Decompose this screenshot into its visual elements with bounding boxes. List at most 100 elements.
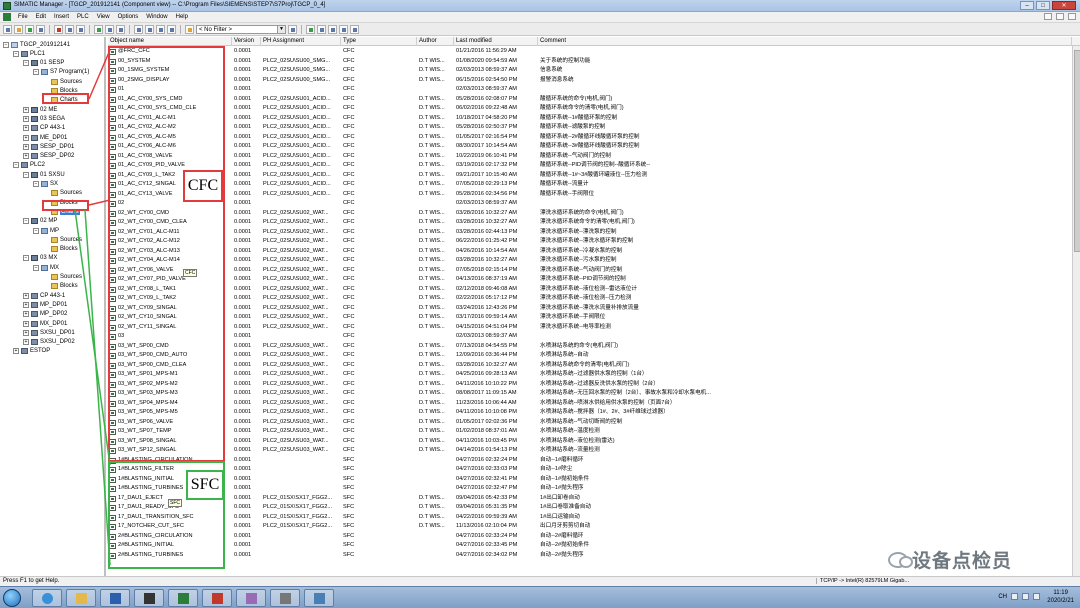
table-row[interactable]: 02_WT_CY11_SINGAL 0.0001 PLC2_02SU\SU02_WA…: [108, 323, 1080, 333]
table-row[interactable]: 03_WT_SP07_TEMP 0.0001 PLC2_02SU\SU03_WAT.…: [108, 427, 1080, 437]
table-row[interactable]: 03_WT_SP03_MPS-M3 0.0001 PLC2_02SU\SU03_WA…: [108, 389, 1080, 399]
expand-toggle-icon[interactable]: +: [23, 125, 29, 132]
start-button[interactable]: [3, 589, 21, 607]
table-row[interactable]: 02_WT_CY01_ALC-M11 0.0001 PLC2_02SU\SU02_W…: [108, 228, 1080, 238]
taskbar-tool-button[interactable]: [236, 589, 266, 607]
expand-toggle-icon[interactable]: +: [23, 311, 29, 318]
table-row[interactable]: 02_WT_CY06_VALVE 0.0001 PLC2_02SU\SU02_WAT…: [108, 266, 1080, 276]
tree-node[interactable]: + ME_DP01: [23, 133, 67, 142]
tree-node[interactable]: − S7 Program(1): [33, 68, 89, 77]
expand-toggle-icon[interactable]: +: [23, 115, 29, 122]
cut-icon[interactable]: [54, 24, 63, 34]
expand-toggle-icon[interactable]: −: [23, 171, 29, 178]
column-header-object-name[interactable]: Object name: [108, 37, 232, 46]
expand-toggle-icon[interactable]: +: [23, 106, 29, 113]
tree-node[interactable]: − 02 MP: [23, 217, 57, 226]
tree-node[interactable]: + MP_DP01: [23, 300, 67, 309]
table-row[interactable]: 17_DAU1_READY_SFC 0.0001 PLC2_01SX\SX17_FG…: [108, 503, 1080, 513]
menu-item-file[interactable]: File: [14, 14, 32, 20]
tree-node[interactable]: − PLC2: [13, 161, 45, 170]
tree-node[interactable]: + ESTOP: [13, 347, 50, 356]
tree-node[interactable]: + SXSU_DP01: [23, 328, 75, 337]
expand-toggle-icon[interactable]: −: [23, 255, 29, 262]
tree-node[interactable]: Sources: [43, 189, 82, 198]
details-icon[interactable]: [167, 24, 176, 34]
hw-config-icon[interactable]: [328, 24, 337, 34]
tree-node[interactable]: Sources: [43, 235, 82, 244]
open-icon[interactable]: [14, 24, 23, 34]
table-row[interactable]: 03_WT_SP06_VALVE 0.0001 PLC2_02SU\SU03_WAT…: [108, 418, 1080, 428]
table-row[interactable]: 17_DAU1_EJECT 0.0001 PLC2_01SX\SX17_FGG2..…: [108, 494, 1080, 504]
column-header-type[interactable]: Type: [341, 37, 417, 46]
expand-toggle-icon[interactable]: −: [13, 162, 19, 169]
tree-node[interactable]: − PLC1: [13, 49, 45, 58]
tree-node[interactable]: Sources: [43, 77, 82, 86]
table-row[interactable]: 03_WT_SP00_CMD_CLEA 0.0001 PLC2_02SU\SU03_…: [108, 361, 1080, 371]
minimize-button[interactable]: –: [1020, 1, 1034, 10]
tree-node[interactable]: + SESP_DP01: [23, 142, 74, 151]
table-row[interactable]: 1#BLASTING_INITIAL 0.0001 SFC 04/27/2016 02…: [108, 475, 1080, 485]
menu-item-window[interactable]: Window: [142, 14, 171, 20]
expand-toggle-icon[interactable]: +: [23, 301, 29, 308]
doc-restore-button[interactable]: [1056, 13, 1064, 20]
table-row[interactable]: 02_WT_CY09_SINGAL 0.0001 PLC2_02SU\SU02_WA…: [108, 304, 1080, 314]
language-indicator[interactable]: CH: [998, 594, 1007, 600]
simulation-icon[interactable]: [306, 24, 315, 34]
expand-toggle-icon[interactable]: +: [23, 292, 29, 299]
maximize-button[interactable]: □: [1036, 1, 1050, 10]
expand-toggle-icon[interactable]: −: [33, 264, 39, 271]
copy-icon[interactable]: [65, 24, 74, 34]
download-icon[interactable]: [94, 24, 103, 34]
expand-toggle-icon[interactable]: +: [13, 348, 19, 355]
doc-close-button[interactable]: [1068, 13, 1076, 20]
menu-item-view[interactable]: View: [93, 14, 114, 20]
up-one-level-icon[interactable]: [185, 24, 194, 34]
simatic-app-icon[interactable]: [3, 2, 11, 10]
tree-node[interactable]: − MX: [33, 263, 59, 272]
table-row[interactable]: 03 0.0001 CFC 02/03/2013 08:59:37 AM: [108, 332, 1080, 342]
table-row[interactable]: 01_AC_CY00_SYS_CMD 0.0001 PLC2_02SU\SU01_A…: [108, 95, 1080, 105]
table-row[interactable]: 1#BLASTING_FILTER 0.0001 SFC 04/27/2016 02:…: [108, 465, 1080, 475]
table-row[interactable]: 02 0.0001 CFC 02/03/2013 08:59:37 AM: [108, 199, 1080, 209]
taskbar-simatic-button[interactable]: [168, 589, 198, 607]
table-row[interactable]: 01_AC_CY06_ALC-M6 0.0001 PLC2_02SU\SU01_AC…: [108, 142, 1080, 152]
expand-toggle-icon[interactable]: −: [33, 181, 39, 187]
column-header-version[interactable]: Version: [232, 37, 261, 46]
expand-toggle-icon[interactable]: +: [23, 143, 29, 150]
chevron-down-icon[interactable]: ▼: [277, 25, 285, 33]
taskbar-step7-button[interactable]: [270, 589, 300, 607]
taskbar-app-button[interactable]: [134, 589, 164, 607]
expand-toggle-icon[interactable]: −: [13, 50, 19, 57]
table-row[interactable]: @FRC_CFC 0.0001 CFC 01/21/2016 11:56:29 AM: [108, 47, 1080, 57]
table-row[interactable]: 02_WT_CY09_L_TAK2 0.0001 PLC2_02SU\SU02_WA…: [108, 294, 1080, 304]
column-header-last-modified[interactable]: Last modified: [454, 37, 538, 46]
table-row[interactable]: 17_DAU1_TRANSITION_SFC 0.0001 PLC2_01SX\SX…: [108, 513, 1080, 523]
tree-node[interactable]: Blocks: [43, 245, 78, 254]
table-row[interactable]: 02_WT_CY00_CMD 0.0001 PLC2_02SU\SU02_WAT..…: [108, 209, 1080, 219]
menu-item-insert[interactable]: Insert: [50, 14, 73, 20]
expand-toggle-icon[interactable]: −: [23, 218, 29, 225]
network-tray-icon[interactable]: [1022, 593, 1029, 600]
table-row[interactable]: 02_WT_CY03_ALC-M13 0.0001 PLC2_02SU\SU02_W…: [108, 247, 1080, 257]
table-row[interactable]: 03_WT_SP12_SINGAL 0.0001 PLC2_02SU\SU03_WA…: [108, 446, 1080, 456]
table-row[interactable]: 02_WT_CY07_PID_VALVE 0.0001 PLC2_02SU\SU02…: [108, 275, 1080, 285]
list-icon[interactable]: [156, 24, 165, 34]
table-row[interactable]: 01_AC_CY13_VALVE 0.0001 PLC2_02SU\SU01_ACI…: [108, 190, 1080, 200]
table-row[interactable]: 03_WT_SP00_CMD_AUTO 0.0001 PLC2_02SU\SU03_…: [108, 351, 1080, 361]
tree-node[interactable]: + SXSU_DP02: [23, 338, 75, 347]
column-header-ph-assignment[interactable]: PH Assignment: [261, 37, 341, 46]
table-row[interactable]: 02_WT_CY04_ALC-M14 0.0001 PLC2_02SU\SU02_W…: [108, 256, 1080, 266]
expand-toggle-icon[interactable]: −: [23, 60, 29, 67]
tree-node[interactable]: Charts: [43, 207, 80, 216]
tree-node[interactable]: Charts: [43, 96, 78, 105]
tree-node[interactable]: + MX_DP01: [23, 319, 67, 328]
volume-tray-icon[interactable]: [1033, 593, 1040, 600]
expand-toggle-icon[interactable]: −: [3, 41, 9, 48]
taskbar-netpro-button[interactable]: [304, 589, 334, 607]
table-row[interactable]: 03_WT_SP08_SINGAL 0.0001 PLC2_02SU\SU03_WA…: [108, 437, 1080, 447]
expand-toggle-icon[interactable]: +: [23, 134, 29, 141]
table-row[interactable]: 03_WT_SP01_MPS-M1 0.0001 PLC2_02SU\SU03_WA…: [108, 370, 1080, 380]
table-row[interactable]: 02_WT_CY00_CMD_CLEA 0.0001 PLC2_02SU\SU02_…: [108, 218, 1080, 228]
column-header-comment[interactable]: Comment: [538, 37, 1072, 46]
table-row[interactable]: 03_WT_SP00_CMD 0.0001 PLC2_02SU\SU03_WAT..…: [108, 342, 1080, 352]
